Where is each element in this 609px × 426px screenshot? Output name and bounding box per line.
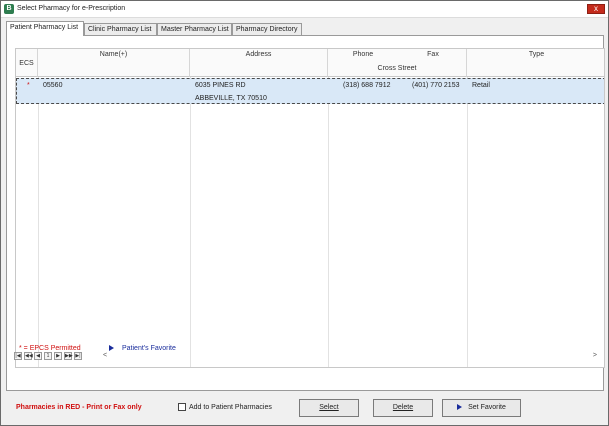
column-divider xyxy=(190,77,191,367)
column-header-cross-street: Cross Street xyxy=(377,65,417,72)
column-header-fax: Fax xyxy=(427,51,439,58)
address-line1: 6035 PINES RD xyxy=(195,82,246,89)
fax-value: (401) 770 2153 xyxy=(412,82,460,89)
favorite-legend: Patient's Favorite xyxy=(109,345,176,352)
app-icon: B xyxy=(4,4,14,14)
table-row[interactable]: * 05560 6035 PINES RD ABBEVILLE, TX 7051… xyxy=(16,78,604,104)
next-page-button[interactable]: ▶▶ xyxy=(64,352,73,360)
close-button[interactable]: x xyxy=(587,4,605,14)
column-header-phone-fax[interactable]: Phone Fax Cross Street xyxy=(328,49,467,77)
column-divider xyxy=(38,77,39,367)
add-to-patient-pharmacies-checkbox[interactable] xyxy=(178,403,186,411)
pharmacy-grid: ECS Name(+) Address Phone Fax Cross Stre… xyxy=(15,48,605,368)
grid-navigator: |◀ ◀◀ ◀ 1 ▶ ▶▶ ▶| < > xyxy=(14,352,599,362)
page-indicator: 1 xyxy=(44,352,52,360)
next-record-button[interactable]: ▶ xyxy=(54,352,62,360)
favorite-triangle-icon xyxy=(457,404,463,411)
column-header-address[interactable]: Address xyxy=(190,49,328,77)
scroll-right-icon[interactable]: > xyxy=(593,352,597,360)
red-pharmacy-note: Pharmacies in RED - Print or Fax only xyxy=(16,404,142,411)
favorite-triangle-icon xyxy=(109,345,114,352)
tab-master-pharmacy-list[interactable]: Master Pharmacy List xyxy=(157,23,232,35)
type-value: Retail xyxy=(472,82,490,89)
first-record-button[interactable]: |◀ xyxy=(14,352,22,360)
column-divider xyxy=(328,77,329,367)
delete-button[interactable]: Delete xyxy=(373,399,433,417)
horizontal-scrollbar[interactable]: < > xyxy=(101,352,599,360)
favorite-legend-label: Patient's Favorite xyxy=(122,345,176,352)
address-line2: ABBEVILLE, TX 70510 xyxy=(195,95,267,102)
epcs-legend: * = EPCS Permitted xyxy=(19,345,81,352)
prev-record-button[interactable]: ◀ xyxy=(34,352,42,360)
tab-panel: ECS Name(+) Address Phone Fax Cross Stre… xyxy=(6,35,605,391)
column-header-ecs[interactable]: ECS xyxy=(16,49,38,77)
prev-page-button[interactable]: ◀◀ xyxy=(24,352,33,360)
column-header-type[interactable]: Type xyxy=(467,49,604,77)
scroll-left-icon[interactable]: < xyxy=(103,352,107,360)
column-header-name[interactable]: Name(+) xyxy=(38,49,190,77)
select-button[interactable]: Select xyxy=(299,399,359,417)
pharmacy-name: 05560 xyxy=(43,82,63,89)
tab-patient-pharmacy-list[interactable]: Patient Pharmacy List xyxy=(6,21,84,36)
ecs-marker: * xyxy=(27,82,30,89)
column-header-phone: Phone xyxy=(352,51,374,58)
column-divider xyxy=(467,77,468,367)
last-record-button[interactable]: ▶| xyxy=(74,352,82,360)
title-bar: B Select Pharmacy for e-Prescription x xyxy=(1,1,608,18)
tab-clinic-pharmacy-list[interactable]: Clinic Pharmacy List xyxy=(84,23,157,35)
window-title: Select Pharmacy for e-Prescription xyxy=(17,5,126,12)
set-favorite-button[interactable]: Set Favorite xyxy=(442,399,521,417)
phone-value: (318) 688 7912 xyxy=(343,82,391,89)
tab-pharmacy-directory[interactable]: Pharmacy Directory xyxy=(232,23,302,35)
select-pharmacy-window: B Select Pharmacy for e-Prescription x P… xyxy=(0,0,609,426)
add-to-patient-pharmacies-label[interactable]: Add to Patient Pharmacies xyxy=(189,404,272,411)
